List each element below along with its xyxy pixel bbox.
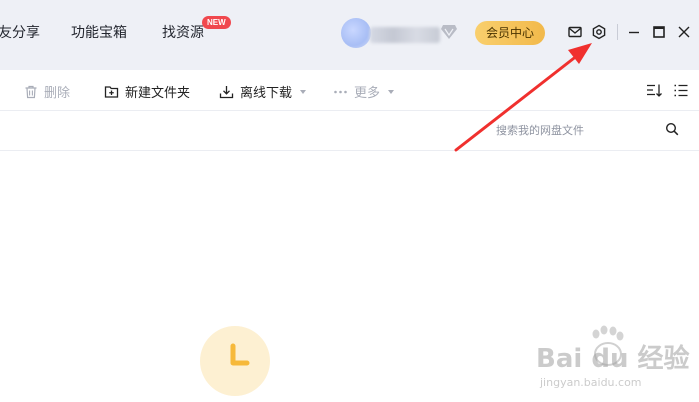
baidu-jingyan-watermark: Bai du 经验 jingyan.baidu.com — [536, 322, 696, 400]
offline-download-label: 离线下载 — [240, 85, 293, 100]
sort-icon[interactable] — [646, 83, 663, 98]
more-button[interactable]: 更多 — [333, 82, 395, 101]
download-icon — [219, 85, 234, 98]
file-toolbar: 删除 新建文件夹 离线下载 更多 — [0, 70, 699, 111]
chevron-down-icon — [388, 89, 395, 94]
search-input[interactable] — [488, 119, 658, 143]
more-dots-icon — [334, 90, 347, 93]
nav-item-toolbox[interactable]: 功能宝箱 — [71, 22, 127, 42]
nav-item-find-resources[interactable]: 找资源 — [162, 22, 204, 42]
search-icon[interactable] — [665, 122, 679, 136]
divider — [617, 24, 618, 40]
app-window: 友分享 功能宝箱 找资源 NEW 会员中心 删除 新建文件夹 离线下载 更多 搜… — [0, 0, 699, 402]
title-bar: 友分享 功能宝箱 找资源 NEW 会员中心 — [0, 0, 699, 70]
delete-button[interactable]: 删除 — [24, 82, 70, 101]
watermark-logo-text: Bai du 经验 — [536, 344, 690, 374]
chevron-down-icon — [300, 89, 307, 94]
new-badge: NEW — [202, 16, 231, 29]
avatar[interactable] — [341, 18, 371, 48]
loading-spinner — [200, 326, 270, 396]
vip-center-button[interactable]: 会员中心 — [475, 21, 545, 45]
new-folder-button[interactable]: 新建文件夹 — [104, 82, 190, 101]
search-bar — [0, 111, 699, 151]
minimize-icon[interactable] — [626, 24, 642, 40]
mail-icon[interactable] — [567, 24, 583, 40]
watermark-url: jingyan.baidu.com — [540, 376, 642, 389]
close-icon[interactable] — [676, 24, 692, 40]
username-blurred — [370, 27, 440, 43]
new-folder-label: 新建文件夹 — [125, 85, 191, 100]
diamond-icon — [441, 25, 457, 39]
trash-icon — [25, 85, 37, 98]
nav-item-share[interactable]: 友分享 — [0, 22, 40, 42]
offline-download-button[interactable]: 离线下载 — [219, 82, 307, 101]
list-view-icon[interactable] — [673, 83, 689, 98]
maximize-icon[interactable] — [651, 24, 667, 40]
clock-icon — [230, 343, 250, 366]
delete-label: 删除 — [44, 85, 71, 100]
more-label: 更多 — [354, 85, 381, 100]
settings-icon[interactable] — [591, 24, 607, 40]
new-folder-icon — [104, 85, 119, 98]
